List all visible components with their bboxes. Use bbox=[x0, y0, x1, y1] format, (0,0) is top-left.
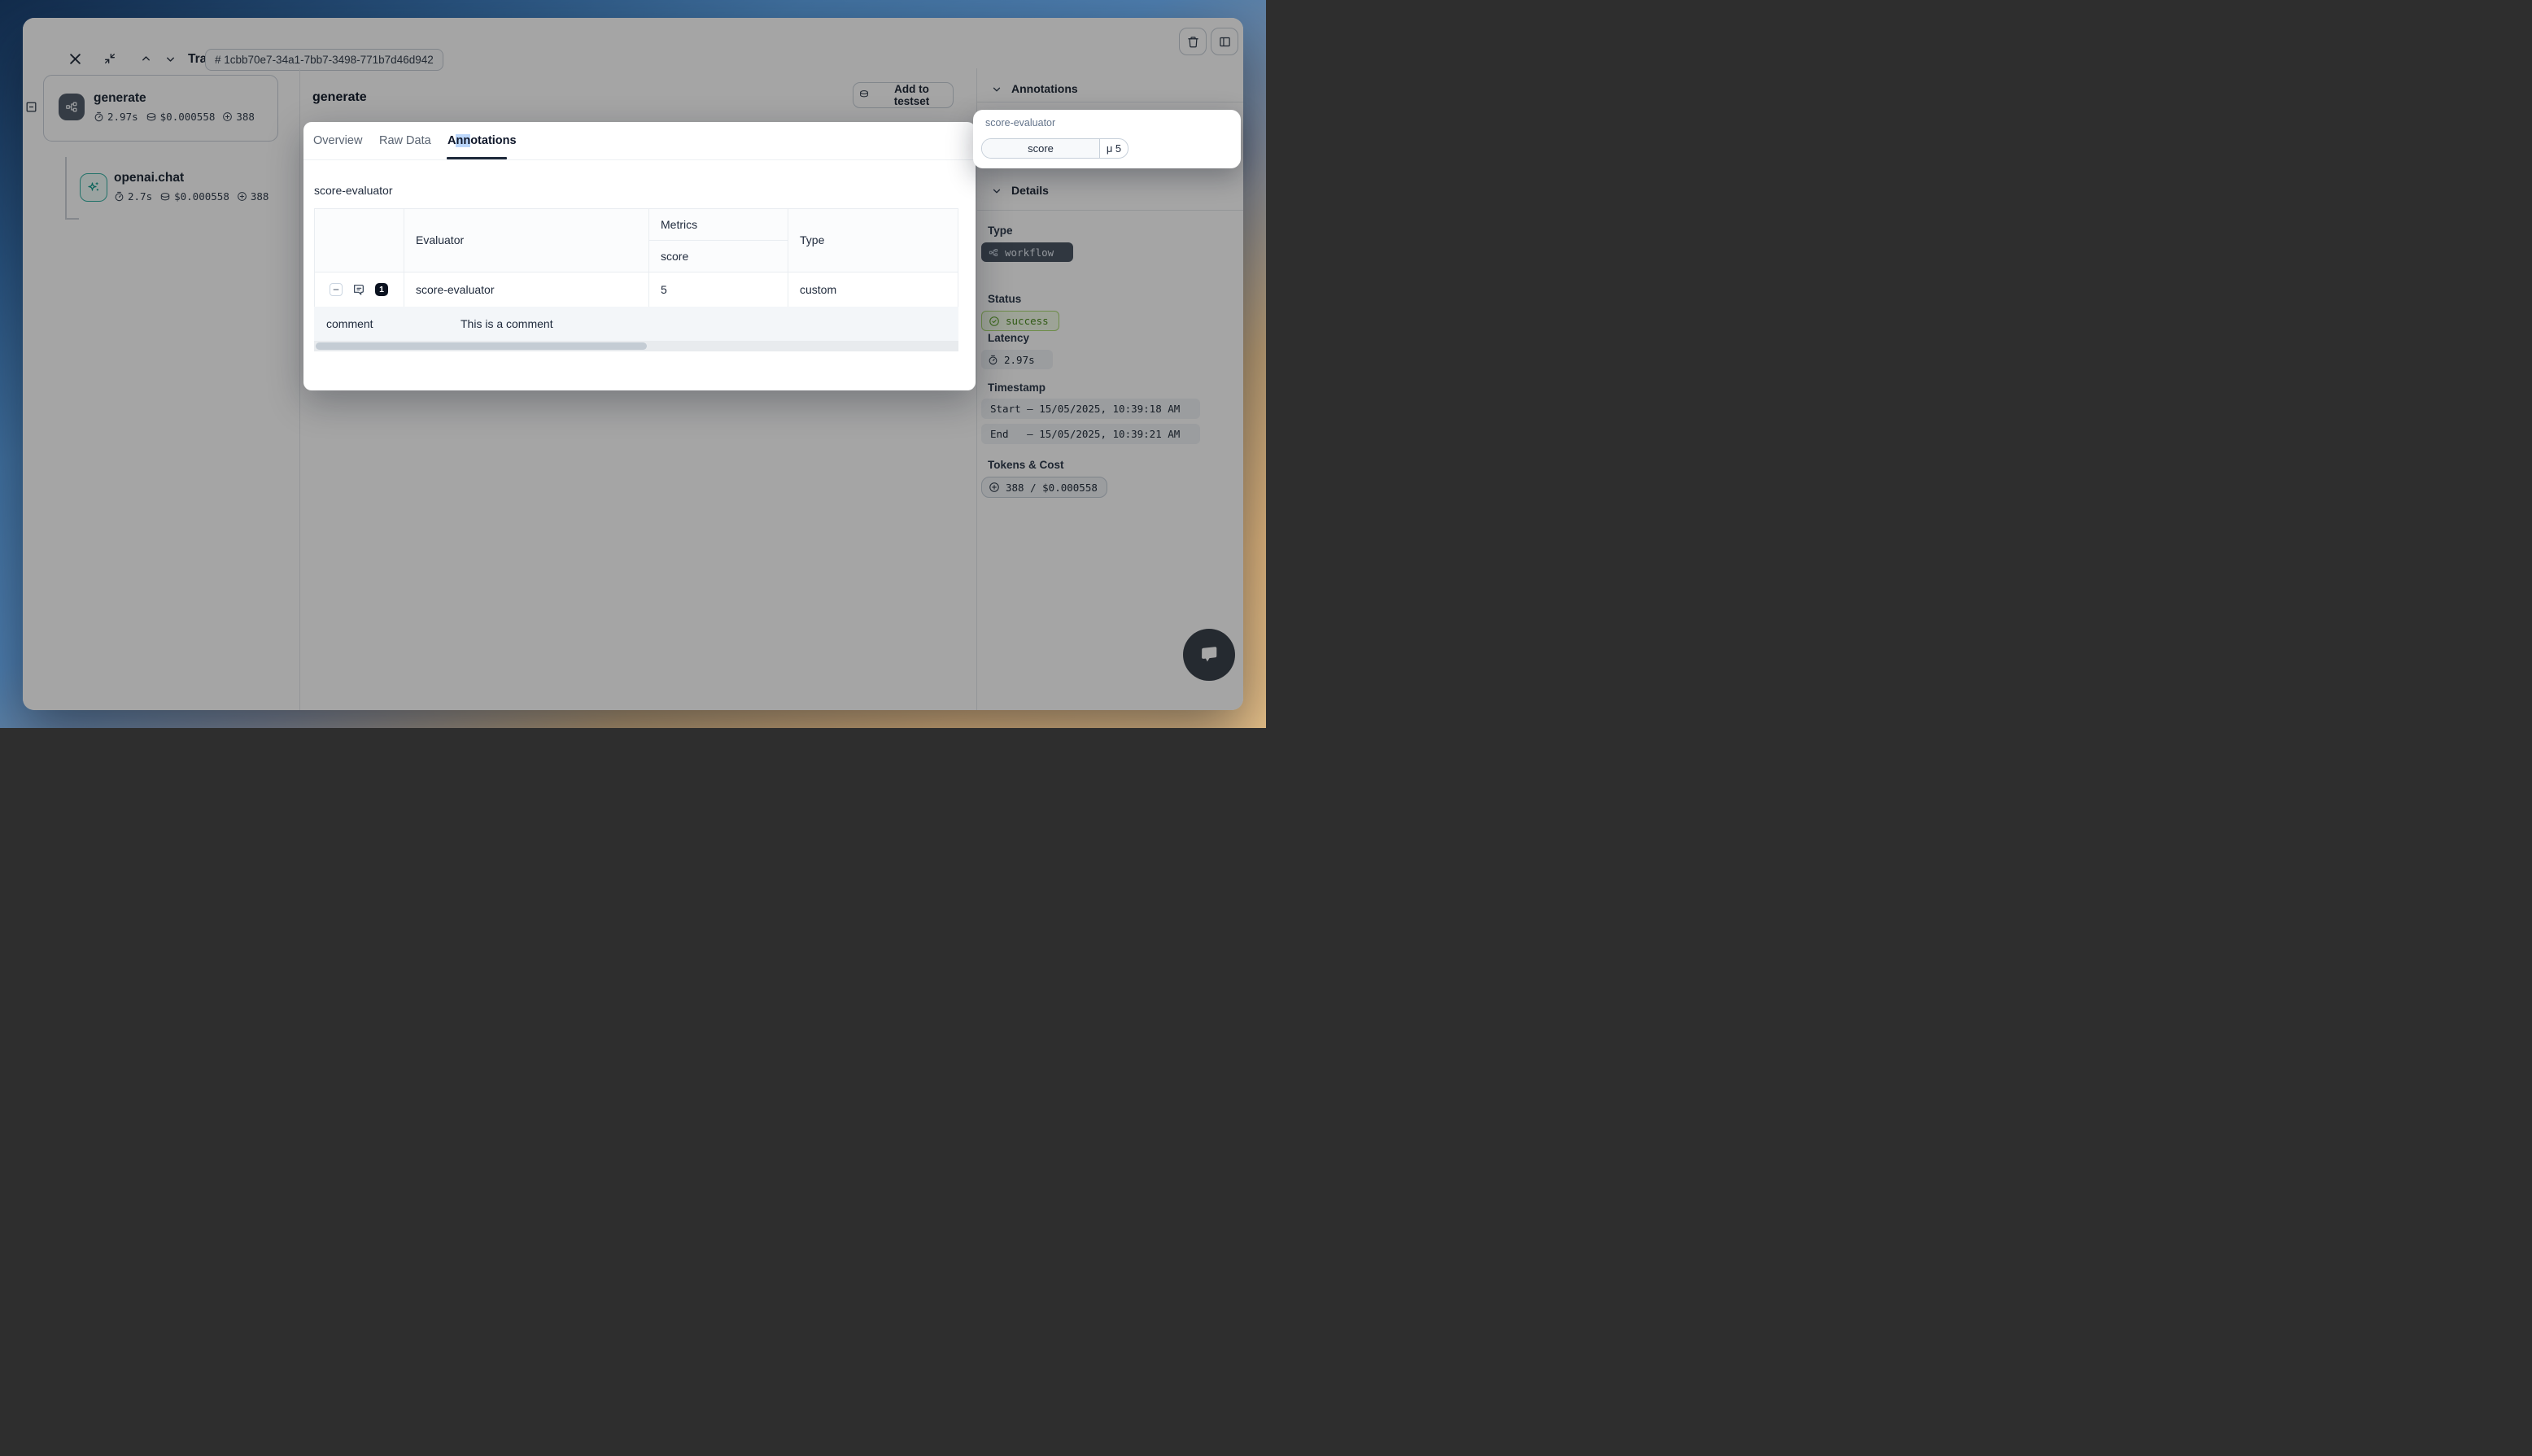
popup-evaluator-label: score-evaluator bbox=[985, 117, 1055, 129]
column-header-evaluator: Evaluator bbox=[404, 208, 648, 272]
comment-count-badge: 1 bbox=[375, 283, 388, 296]
table-row-controls: 1 bbox=[314, 272, 404, 307]
tab-bar: Overview Raw Data Annotations bbox=[303, 122, 976, 160]
collapse-row-icon[interactable] bbox=[330, 283, 343, 296]
text-selection: nn bbox=[456, 134, 470, 147]
tab-label: Annotations bbox=[447, 134, 517, 147]
tab-overview[interactable]: Overview bbox=[313, 122, 362, 159]
active-tab-underline bbox=[447, 157, 507, 159]
tab-annotations[interactable]: Annotations bbox=[447, 122, 517, 159]
annotations-table: Evaluator Metrics score Type 1 score-eva… bbox=[314, 208, 958, 351]
table-cell-type: custom bbox=[788, 272, 958, 307]
score-metric-segment[interactable]: score bbox=[982, 139, 1100, 158]
table-cell-score: 5 bbox=[648, 272, 788, 307]
app-background: Trace # 1cbb70e7-34a1-7bb7-3498-771b7d46… bbox=[0, 0, 1266, 728]
evaluator-heading: score-evaluator bbox=[314, 184, 393, 197]
tab-label: Raw Data bbox=[379, 134, 431, 147]
comment-value-cell: This is a comment bbox=[448, 307, 958, 341]
tab-label: Overview bbox=[313, 134, 362, 147]
horizontal-scrollbar[interactable] bbox=[314, 341, 958, 351]
column-subheader-score: score bbox=[648, 240, 788, 272]
annotation-score-popup: score-evaluator score μ 5 bbox=[973, 110, 1241, 168]
score-control: score μ 5 bbox=[981, 138, 1128, 159]
trace-panel: Trace # 1cbb70e7-34a1-7bb7-3498-771b7d46… bbox=[23, 18, 1243, 710]
table-cell-evaluator: score-evaluator bbox=[404, 272, 648, 307]
scrollbar-thumb[interactable] bbox=[316, 342, 647, 350]
annotations-modal: Overview Raw Data Annotations score-eval… bbox=[303, 122, 976, 390]
column-header-metrics: Metrics bbox=[648, 208, 788, 240]
score-value-segment[interactable]: μ 5 bbox=[1100, 139, 1128, 158]
column-header-type: Type bbox=[788, 208, 958, 272]
comment-icon[interactable] bbox=[352, 283, 365, 296]
comment-key-cell: comment bbox=[314, 307, 448, 341]
tab-raw-data[interactable]: Raw Data bbox=[379, 122, 431, 159]
